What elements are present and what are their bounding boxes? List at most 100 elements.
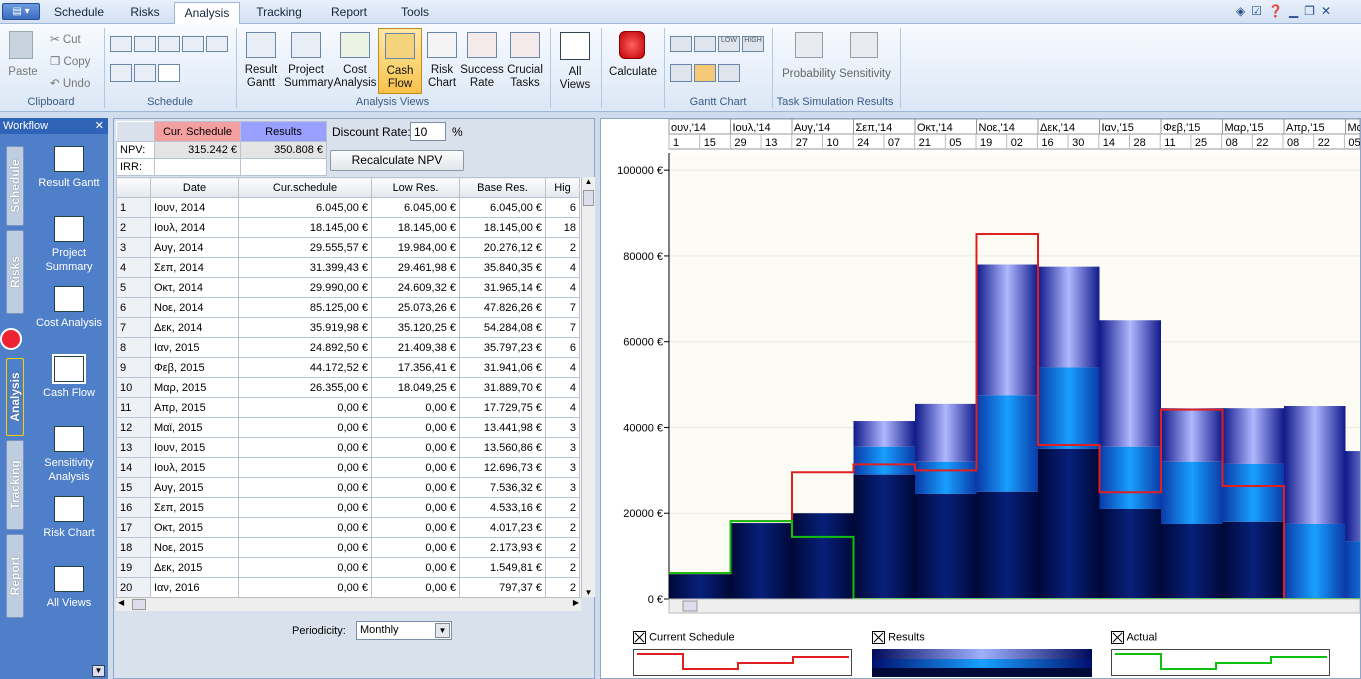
- table-row[interactable]: 12 Μαϊ, 2015 0,00 €0,00 €13.441,98 €3: [116, 417, 580, 438]
- recalculate-npv-button[interactable]: Recalculate NPV: [330, 150, 464, 171]
- app-menu-button[interactable]: ▤ ▾: [2, 3, 40, 20]
- workflow-item-cash-flow[interactable]: Cash Flow: [30, 354, 108, 400]
- vtab-risks[interactable]: Risks: [6, 230, 24, 314]
- view-button-success-rate[interactable]: Success Rate: [460, 28, 504, 94]
- result-bar-high: [853, 421, 915, 447]
- calculate-icon[interactable]: [619, 31, 645, 59]
- table-row[interactable]: 4 Σεπ, 2014 31.399,43 €29.461,98 €35.840,3…: [116, 257, 580, 278]
- table-row[interactable]: 2 Ιουλ, 2014 18.145,00 €18.145,00 €18.145,…: [116, 217, 580, 238]
- gantt-tools[interactable]: LOW HIGH: [670, 36, 768, 86]
- sensitivity-icon[interactable]: [850, 32, 878, 58]
- undo-button[interactable]: ↶ Undo: [50, 76, 90, 90]
- copy-button[interactable]: ❐ Copy: [50, 54, 90, 68]
- table-cell: 35.840,35 €: [459, 257, 546, 278]
- horizontal-scrollbar[interactable]: ◀ ▶: [116, 597, 581, 611]
- table-row[interactable]: 17 Οκτ, 2015 0,00 €0,00 €4.017,23 €2: [116, 517, 580, 538]
- workflow-item-sensitivity-analysis[interactable]: Sensitivity Analysis: [30, 426, 108, 484]
- vtab-schedule[interactable]: Schedule: [6, 146, 24, 226]
- column-header[interactable]: Base Res.: [459, 177, 546, 198]
- table-row[interactable]: 1 Ιουν, 2014 6.045,00 €6.045,00 €6.045,00 …: [116, 197, 580, 218]
- workflow-item-label: Risk Chart: [43, 527, 95, 539]
- histogram-icon[interactable]: [795, 32, 823, 58]
- vtab-report[interactable]: Report: [6, 534, 24, 618]
- view-button-crucial-tasks[interactable]: Crucial Tasks: [503, 28, 547, 94]
- paste-button[interactable]: Paste: [4, 66, 42, 79]
- table-row[interactable]: 13 Ιουν, 2015 0,00 €0,00 €13.560,86 €3: [116, 437, 580, 458]
- schedule-tools[interactable]: [110, 36, 230, 86]
- view-button-project-summary[interactable]: Project Summary: [284, 28, 333, 94]
- table-row[interactable]: 15 Αυγ, 2015 0,00 €0,00 €7.536,32 €3: [116, 477, 580, 498]
- view-button-result-gantt[interactable]: Result Gantt: [240, 28, 282, 94]
- workflow-item-cost-analysis[interactable]: Cost Analysis: [30, 286, 108, 330]
- legend-results[interactable]: Results: [872, 631, 925, 644]
- table-row[interactable]: 8 Ιαν, 2015 24.892,50 €21.409,38 €35.797,2…: [116, 337, 580, 358]
- table-row[interactable]: 20 Ιαν, 2016 0,00 €0,00 €797,37 €2: [116, 577, 580, 597]
- table-cell: 13.441,98 €: [459, 417, 546, 438]
- table-row[interactable]: 16 Σεπ, 2015 0,00 €0,00 €4.533,16 €2: [116, 497, 580, 518]
- table-row[interactable]: 14 Ιουλ, 2015 0,00 €0,00 €12.696,73 €3: [116, 457, 580, 478]
- workflow-item-label: Cash Flow: [43, 387, 95, 399]
- timeline-day-label: 30: [1072, 137, 1084, 149]
- result-bar: [915, 403, 977, 599]
- view-button-risk-chart[interactable]: Risk Chart: [420, 28, 464, 94]
- column-header[interactable]: Low Res.: [371, 177, 460, 198]
- table-cell: 24.892,50 €: [238, 337, 372, 358]
- all-views-button[interactable]: All Views: [553, 66, 597, 92]
- probability-button[interactable]: Probability: [778, 68, 840, 81]
- view-button-cash-flow[interactable]: Cash Flow: [378, 28, 422, 94]
- table-row[interactable]: 11 Απρ, 2015 0,00 €0,00 €17.729,75 €4: [116, 397, 580, 418]
- workflow-item-project-summary[interactable]: Project Summary: [30, 216, 108, 274]
- y-tick-label: 40000 €: [623, 422, 663, 434]
- view-label: Cost: [343, 64, 367, 76]
- all-views-icon[interactable]: [560, 32, 590, 60]
- tab-analysis[interactable]: Analysis: [174, 2, 240, 25]
- vtab-analysis[interactable]: Analysis: [6, 358, 24, 436]
- tab-risks[interactable]: Risks: [114, 2, 176, 24]
- table-cell: 2: [545, 577, 580, 597]
- table-row[interactable]: 9 Φεβ, 2015 44.172,52 €17.356,41 €31.941,0…: [116, 357, 580, 378]
- table-row[interactable]: 10 Μαρ, 2015 26.355,00 €18.049,25 €31.889,…: [116, 377, 580, 398]
- table-row[interactable]: 7 Δεκ, 2014 35.919,98 €35.120,25 €54.284,0…: [116, 317, 580, 338]
- table-row[interactable]: 18 Νοε, 2015 0,00 €0,00 €2.173,93 €2: [116, 537, 580, 558]
- tab-schedule[interactable]: Schedule: [47, 2, 111, 24]
- table-row[interactable]: 3 Αυγ, 2014 29.555,57 €19.984,00 €20.276,1…: [116, 237, 580, 258]
- legend-actual[interactable]: Actual: [1111, 631, 1157, 644]
- legend-current[interactable]: Current Schedule: [633, 631, 735, 644]
- table-cell: Φεβ, 2015: [150, 357, 239, 378]
- vtab-tracking[interactable]: Tracking: [6, 440, 24, 530]
- workflow-item-risk-chart[interactable]: Risk Chart: [30, 496, 108, 540]
- tab-report[interactable]: Report: [318, 2, 380, 24]
- table-row[interactable]: 6 Νοε, 2014 85.125,00 €25.073,26 €47.826,2…: [116, 297, 580, 318]
- help-icons[interactable]: ◈☑❓▁❐✕: [1236, 4, 1356, 20]
- vertical-scrollbar[interactable]: ▲ ▼: [581, 177, 595, 597]
- sensitivity-button[interactable]: Sensitivity: [837, 68, 893, 81]
- column-header[interactable]: Hig: [545, 177, 580, 198]
- tab-tools[interactable]: Tools: [386, 2, 444, 24]
- chevron-down-icon: ▼: [435, 623, 450, 638]
- workflow-item-result-gantt[interactable]: Result Gantt: [30, 146, 108, 190]
- table-cell: 6: [545, 197, 580, 218]
- chart-horizontal-scrollbar[interactable]: [668, 598, 1360, 614]
- timeline-day-label: 29: [734, 137, 746, 149]
- column-header[interactable]: Date: [150, 177, 239, 198]
- table-cell: 7.536,32 €: [459, 477, 546, 498]
- table-cell: 15: [116, 477, 151, 498]
- view-button-cost-analysis[interactable]: Cost Analysis: [333, 28, 377, 94]
- cut-button[interactable]: ✂ Cut: [50, 32, 81, 46]
- tab-tracking[interactable]: Tracking: [246, 2, 312, 24]
- column-header[interactable]: Cur.schedule: [238, 177, 372, 198]
- workflow-item-all-views[interactable]: All Views: [30, 566, 108, 610]
- table-row[interactable]: 5 Οκτ, 2014 29.990,00 €24.609,32 €31.965,1…: [116, 277, 580, 298]
- checkbox-icon: [633, 631, 646, 644]
- discount-rate-input[interactable]: 10: [410, 122, 446, 141]
- paste-icon[interactable]: [9, 31, 33, 59]
- table-cell: 6.045,00 €: [459, 197, 546, 218]
- separator: [550, 28, 551, 108]
- timeline-day-label: 08: [1226, 137, 1238, 149]
- calculate-button[interactable]: Calculate: [604, 66, 662, 79]
- table-row[interactable]: 19 Δεκ, 2015 0,00 €0,00 €1.549,81 €2: [116, 557, 580, 578]
- periodicity-select[interactable]: Monthly ▼: [356, 621, 452, 640]
- scroll-down-icon[interactable]: ▼: [92, 665, 105, 677]
- close-icon[interactable]: ✕: [95, 118, 104, 134]
- table-cell: 4: [116, 257, 151, 278]
